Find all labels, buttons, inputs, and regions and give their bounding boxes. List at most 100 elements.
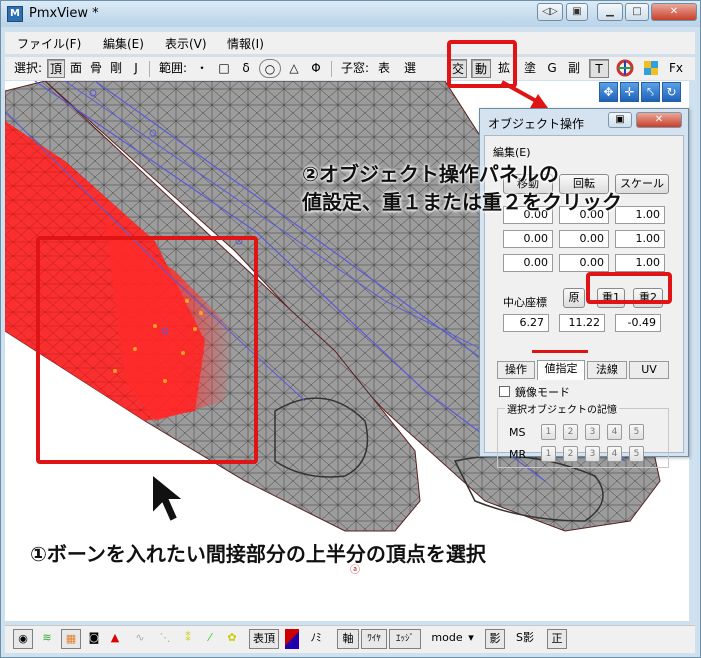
child-group-button[interactable]: G (543, 59, 561, 78)
annotation-step1: ①ボーンを入れたい間接部分の上半分の頂点を選択 (30, 542, 486, 566)
mr-label: MR (509, 448, 527, 461)
annotation-weight-buttons-highlight (586, 272, 672, 304)
mr-slot-3[interactable]: 3 (585, 446, 600, 462)
annotation-step2-line1: ②オブジェクト操作パネルの (302, 162, 559, 186)
range-delta-button[interactable]: δ (237, 59, 255, 78)
tab-operation[interactable]: 操作 (497, 361, 535, 379)
range-circle-button[interactable]: ○ (259, 59, 281, 78)
value-field-z1[interactable]: 1.00 (615, 206, 665, 224)
select-face-button[interactable]: 面 (67, 59, 85, 78)
center-z-field[interactable]: -0.49 (615, 314, 661, 332)
morph-display-icon[interactable]: ✿ (223, 629, 241, 649)
ms-slot-5[interactable]: 5 (629, 424, 644, 440)
tab-uv[interactable]: UV (629, 361, 669, 379)
wire-display-icon[interactable]: ≋ (37, 629, 57, 649)
center-x-field[interactable]: 6.27 (503, 314, 549, 332)
select-bone-button[interactable]: 骨 (87, 59, 105, 78)
mirror-mode-checkbox[interactable] (499, 386, 510, 397)
child-paint-button[interactable]: 塗 (521, 59, 539, 78)
range-label: 範囲: (158, 61, 188, 75)
uv-grid-icon[interactable] (641, 59, 661, 78)
ms-slot-3[interactable]: 3 (585, 424, 600, 440)
tab-normal[interactable]: 法線 (587, 361, 627, 379)
toolbar-separator (149, 61, 150, 77)
self-shadow-button[interactable]: S影 (511, 629, 539, 649)
annotation-step2-line2: 値設定、重１または重２をクリック (302, 190, 622, 214)
value-field-z2[interactable]: 1.00 (615, 230, 665, 248)
child-window-label: 子窓: (340, 61, 370, 75)
mr-slot-2[interactable]: 2 (563, 446, 578, 462)
mr-slot-5[interactable]: 5 (629, 446, 644, 462)
center-y-field[interactable]: 11.22 (559, 314, 605, 332)
mr-slot-1[interactable]: 1 (541, 446, 556, 462)
wire-button[interactable]: ﾜｲﾔ (361, 629, 387, 649)
value-field-x3[interactable]: 0.00 (503, 254, 553, 272)
window-title: PmxView * (29, 6, 99, 21)
mirror-mode-label: 鏡像モード (515, 386, 570, 399)
rigid-display-icon[interactable]: ⁑ (179, 629, 197, 649)
rotate-icon[interactable]: ⤣ (641, 82, 660, 102)
ms-slot-4[interactable]: 4 (607, 424, 622, 440)
select-joint-button[interactable]: J (127, 59, 145, 78)
point-display-icon[interactable]: ◙ (85, 629, 103, 649)
layout-icon[interactable]: ◁▷ (537, 3, 563, 21)
mr-slot-4[interactable]: 4 (607, 446, 622, 462)
range-triangle-button[interactable]: △ (285, 59, 303, 78)
panel-close-button[interactable]: ✕ (636, 112, 682, 128)
value-field-y3[interactable]: 0.00 (559, 254, 609, 272)
close-button[interactable]: ✕ (651, 3, 697, 21)
menu-file[interactable]: ファイル(F) (17, 35, 81, 52)
title-bar: M PmxView * ◁▷ ▣ ▁ □ ✕ (1, 1, 700, 27)
tab-value-setting[interactable]: 値指定 (537, 360, 585, 380)
minimize-button[interactable]: ▁ (597, 3, 623, 21)
ortho-button[interactable]: 正 (547, 629, 567, 649)
bone-display-icon[interactable]: ⋱ (155, 629, 175, 649)
value-field-x2[interactable]: 0.00 (503, 230, 553, 248)
child-select-button[interactable]: 選 (401, 59, 419, 78)
select-rigid-button[interactable]: 剛 (107, 59, 125, 78)
annotation-selection-highlight (36, 236, 258, 464)
selection-memory-title: 選択オブジェクトの記憶 (505, 401, 619, 416)
menu-edit[interactable]: 編集(E) (103, 35, 144, 52)
value-field-y2[interactable]: 0.00 (559, 230, 609, 248)
restore-icon[interactable]: ▣ (566, 3, 588, 21)
mesh-display-icon[interactable]: ▦ (61, 629, 81, 649)
child-table-button[interactable]: 表 (375, 59, 393, 78)
annotation-arrow-icon (501, 80, 548, 108)
refresh-icon[interactable]: ↻ (662, 82, 681, 102)
edge-button[interactable]: ｴｯｼﾞ (389, 629, 421, 649)
move-xyz-icon[interactable]: ✥ (599, 82, 618, 102)
select-vertex-button[interactable]: 頂 (47, 59, 65, 78)
fx-button[interactable]: Fx (665, 59, 687, 78)
color-wheel-icon[interactable] (615, 59, 635, 78)
menu-info[interactable]: 情報(I) (227, 35, 264, 52)
vertex-display-icon[interactable]: ◉ (13, 629, 33, 649)
scale-button[interactable]: スケール (615, 174, 669, 194)
move-icon[interactable]: ✛ (620, 82, 639, 102)
joint-display-icon[interactable]: ⁄ (201, 629, 219, 649)
ms-slot-1[interactable]: 1 (541, 424, 556, 440)
bottom-toolbar: ◉ ≋ ▦ ◙ ▲ ∿ ⋱ ⁑ ⁄ ✿ 表頂 ﾉﾐ 軸 ﾜｲﾔ ｴｯｼﾞ mod… (5, 625, 695, 653)
ms-slot-2[interactable]: 2 (563, 424, 578, 440)
color-swatch-icon[interactable] (285, 629, 299, 649)
child-sub-button[interactable]: 副 (565, 59, 583, 78)
show-vertex-button[interactable]: 表頂 (249, 629, 279, 649)
shadow-button[interactable]: 影 (485, 629, 505, 649)
nomi-button[interactable]: ﾉﾐ (305, 629, 327, 649)
range-point-button[interactable]: ・ (193, 59, 211, 78)
mode-dropdown[interactable]: mode (429, 629, 465, 649)
child-text-button[interactable]: T (589, 59, 609, 78)
range-rect-button[interactable]: □ (215, 59, 233, 78)
toolbar-separator (331, 61, 332, 77)
axis-button[interactable]: 軸 (337, 629, 359, 649)
triangle-display-icon[interactable]: ▲ (105, 629, 125, 649)
menu-view[interactable]: 表示(V) (165, 35, 207, 52)
line-display-icon[interactable]: ∿ (129, 629, 151, 649)
maximize-button[interactable]: □ (625, 3, 649, 21)
value-field-z3[interactable]: 1.00 (615, 254, 665, 272)
center-origin-button[interactable]: 原 (563, 288, 585, 308)
panel-restore-icon[interactable]: ▣ (608, 112, 632, 128)
pmxview-app-icon: M (7, 6, 23, 22)
mode-dropdown-arrow-icon[interactable]: ▾ (465, 629, 477, 649)
range-phi-button[interactable]: Φ (307, 59, 325, 78)
